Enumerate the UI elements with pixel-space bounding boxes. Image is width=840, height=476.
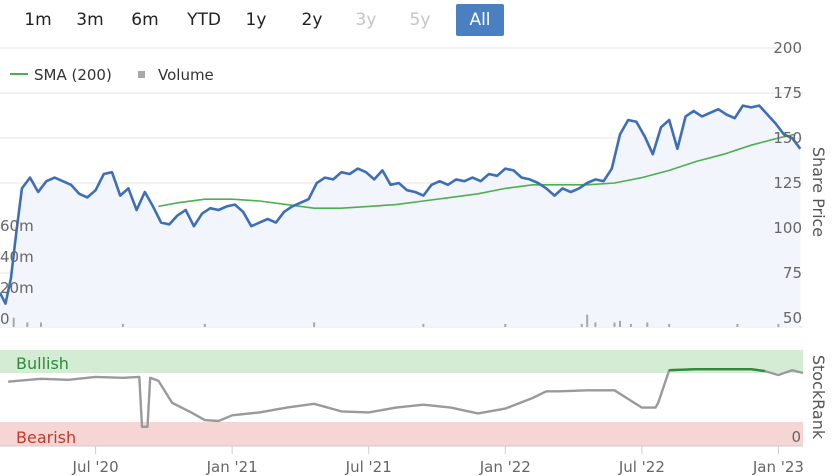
volume-legend-marker [138,71,145,78]
volume-tick-label: 60m [0,217,34,235]
volume-bar [26,322,29,327]
stockrank-series [8,368,804,428]
x-axis: Jul '20 Jan '21 Jul '21 Jan '22 Jul '22 Jan '… [0,445,804,476]
stockrank-axis-title: StockRank [809,355,828,440]
price-tick-label: 150 [773,129,802,147]
x-tick-label: Jan '22 [479,458,531,476]
volume-bar [777,323,780,327]
price-tick-label: 100 [773,219,802,237]
price-tick-label: 175 [773,84,802,102]
volume-bar [613,322,616,327]
sma-legend-label[interactable]: SMA (200) [34,66,112,84]
volume-legend-label[interactable]: Volume [158,66,214,84]
volume-bar [586,314,589,327]
x-tick-label: Jan '21 [206,458,258,476]
volume-bar [619,320,621,327]
volume-bar [313,322,316,327]
price-tick-label: 75 [783,264,802,282]
bullish-label: Bullish [16,354,69,373]
price-chart: SMA (200) Volume 200 175 150 125 100 75 50 0 20… [0,39,828,476]
legend: SMA (200) Volume [10,66,214,84]
stockrank-tick-label: 0 [791,428,801,446]
stockrank-line [8,368,804,428]
volume-bar [12,317,15,327]
volume-bar [736,323,739,327]
price-axis-title: Share Price [809,147,828,237]
price-tick-label: 50 [783,309,802,327]
volume-bar [504,323,507,327]
volume-tick-label: 20m [0,279,34,297]
x-tick-label: Jul '21 [345,458,392,476]
stockrank-panel: Bullish Bearish 0 StockRank [0,350,828,447]
volume-bar [422,323,425,327]
volume-bar [668,323,671,327]
volume-bar [121,323,124,327]
volume-bar [646,322,649,327]
x-tick-label: Jan '23 [752,458,804,476]
volume-tick-label: 40m [0,248,34,266]
x-tick-label: Jul '22 [618,458,665,476]
volume-bar [594,322,597,327]
volume-tick-label: 0 [0,310,10,328]
stockrank-axis: 0 [791,428,801,446]
x-tick-label: Jul '20 [72,458,119,476]
bearish-label: Bearish [16,428,76,447]
volume-bar [629,323,632,327]
price-tick-label: 125 [773,174,802,192]
bearish-zone [0,422,803,446]
volume-bar [203,323,206,327]
price-tick-label: 200 [773,39,802,57]
volume-bar [580,323,583,327]
volume-bar [40,322,42,327]
